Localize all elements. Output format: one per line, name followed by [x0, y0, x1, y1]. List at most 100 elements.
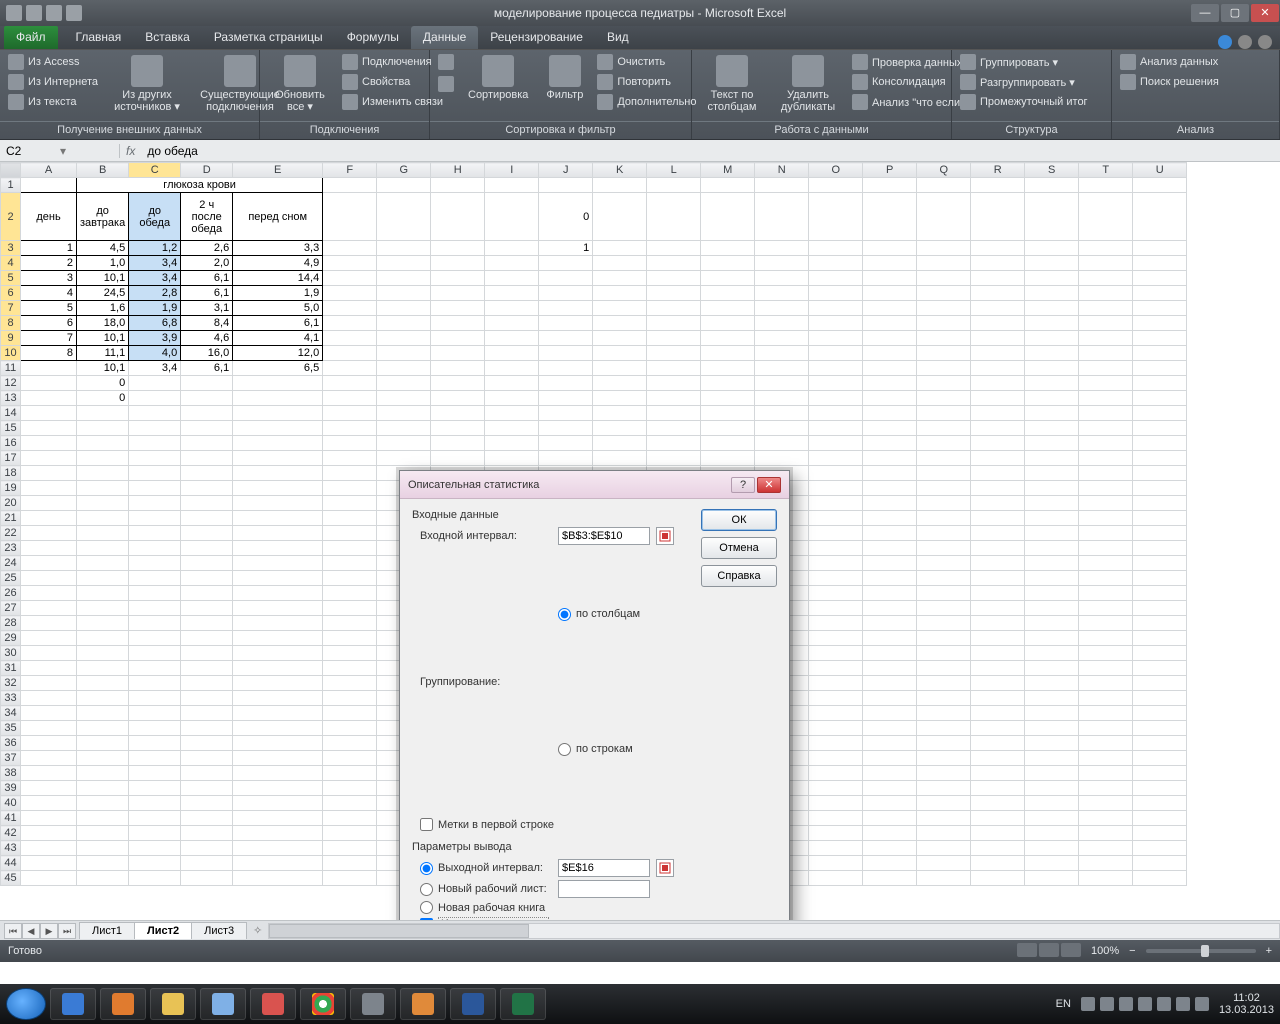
- cell[interactable]: [77, 541, 129, 556]
- cell[interactable]: [233, 601, 323, 616]
- taskbar-explorer[interactable]: [150, 988, 196, 1020]
- cell[interactable]: [863, 586, 917, 601]
- cell[interactable]: [1133, 616, 1187, 631]
- cell[interactable]: [863, 751, 917, 766]
- tray-icon[interactable]: [1195, 997, 1209, 1011]
- cell[interactable]: [233, 421, 323, 436]
- cell[interactable]: [1133, 178, 1187, 193]
- cell[interactable]: [1079, 511, 1133, 526]
- col-header[interactable]: L: [647, 163, 701, 178]
- cell[interactable]: [1025, 781, 1079, 796]
- cell[interactable]: [647, 361, 701, 376]
- col-header[interactable]: A: [21, 163, 77, 178]
- col-header[interactable]: G: [377, 163, 431, 178]
- cell[interactable]: [647, 346, 701, 361]
- cancel-button[interactable]: Отмена: [701, 537, 777, 559]
- cell[interactable]: [539, 286, 593, 301]
- cell[interactable]: [539, 451, 593, 466]
- cell[interactable]: [1133, 406, 1187, 421]
- advanced-filter-button[interactable]: Дополнительно: [595, 93, 698, 111]
- cell[interactable]: [863, 301, 917, 316]
- cell[interactable]: [377, 331, 431, 346]
- cell[interactable]: [77, 571, 129, 586]
- cell[interactable]: [431, 376, 485, 391]
- cell[interactable]: [917, 466, 971, 481]
- cell[interactable]: [917, 781, 971, 796]
- cell[interactable]: [971, 193, 1025, 241]
- cell[interactable]: [181, 376, 233, 391]
- cell[interactable]: [755, 241, 809, 256]
- cell[interactable]: 0: [77, 376, 129, 391]
- cell[interactable]: [233, 871, 323, 886]
- cell[interactable]: [1025, 721, 1079, 736]
- cell[interactable]: [917, 178, 971, 193]
- cell[interactable]: [647, 376, 701, 391]
- horizontal-scrollbar[interactable]: [268, 923, 1280, 939]
- col-header[interactable]: H: [431, 163, 485, 178]
- cell[interactable]: [755, 286, 809, 301]
- cell[interactable]: [181, 496, 233, 511]
- cell[interactable]: [593, 331, 647, 346]
- cell[interactable]: [129, 421, 181, 436]
- cell[interactable]: [917, 871, 971, 886]
- cell[interactable]: [181, 586, 233, 601]
- cell[interactable]: [1079, 766, 1133, 781]
- cell[interactable]: [21, 766, 77, 781]
- new-workbook-radio[interactable]: Новая рабочая книга: [420, 901, 552, 914]
- cell[interactable]: [647, 301, 701, 316]
- cell[interactable]: [431, 286, 485, 301]
- cell[interactable]: [1079, 451, 1133, 466]
- cell[interactable]: [971, 601, 1025, 616]
- cell[interactable]: [701, 406, 755, 421]
- cell[interactable]: [971, 841, 1025, 856]
- cell[interactable]: [129, 721, 181, 736]
- cell[interactable]: [323, 586, 377, 601]
- cell[interactable]: 4: [21, 286, 77, 301]
- cell[interactable]: [21, 826, 77, 841]
- row-header[interactable]: 13: [1, 391, 21, 406]
- last-sheet-button[interactable]: ⏭: [58, 923, 76, 939]
- cell[interactable]: [971, 586, 1025, 601]
- cell[interactable]: [323, 751, 377, 766]
- text-to-columns-button[interactable]: Текст по столбцам: [698, 53, 766, 115]
- cell[interactable]: [129, 571, 181, 586]
- cell[interactable]: [917, 571, 971, 586]
- cell[interactable]: [701, 241, 755, 256]
- tray-icon[interactable]: [1100, 997, 1114, 1011]
- cell[interactable]: [809, 631, 863, 646]
- row-header[interactable]: 24: [1, 556, 21, 571]
- cell[interactable]: [77, 871, 129, 886]
- cell[interactable]: [971, 856, 1025, 871]
- cell[interactable]: [863, 646, 917, 661]
- cell[interactable]: [1133, 571, 1187, 586]
- cell[interactable]: [647, 178, 701, 193]
- cell[interactable]: [1025, 541, 1079, 556]
- cell[interactable]: [809, 571, 863, 586]
- cell[interactable]: [701, 391, 755, 406]
- cell[interactable]: [323, 496, 377, 511]
- cell[interactable]: [233, 856, 323, 871]
- cell[interactable]: [1025, 826, 1079, 841]
- cell[interactable]: [323, 841, 377, 856]
- row-header[interactable]: 16: [1, 436, 21, 451]
- tray-icon[interactable]: [1081, 997, 1095, 1011]
- cell[interactable]: [129, 856, 181, 871]
- cell[interactable]: [917, 721, 971, 736]
- cell[interactable]: [1133, 241, 1187, 256]
- cell[interactable]: [539, 346, 593, 361]
- row-header[interactable]: 23: [1, 541, 21, 556]
- col-header[interactable]: B: [77, 163, 129, 178]
- cell[interactable]: [971, 406, 1025, 421]
- cell[interactable]: [971, 871, 1025, 886]
- cell[interactable]: [647, 406, 701, 421]
- cell[interactable]: [181, 826, 233, 841]
- cell[interactable]: [431, 301, 485, 316]
- labels-first-row-check[interactable]: Метки в первой строке: [420, 818, 687, 831]
- cell[interactable]: [917, 511, 971, 526]
- cell[interactable]: [971, 391, 1025, 406]
- cell[interactable]: [77, 736, 129, 751]
- cell[interactable]: [1079, 436, 1133, 451]
- cell[interactable]: [593, 346, 647, 361]
- cell[interactable]: [181, 751, 233, 766]
- dialog-help-button[interactable]: ?: [731, 477, 755, 493]
